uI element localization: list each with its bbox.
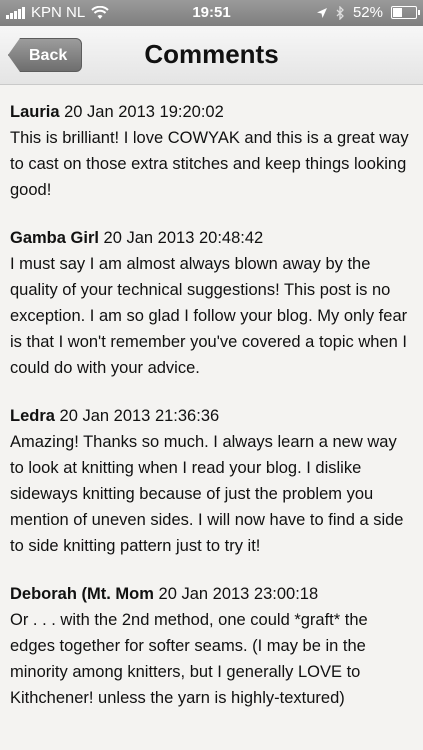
comment-author: Gamba Girl <box>10 229 99 247</box>
battery-icon <box>391 6 420 19</box>
page-title: Comments <box>144 39 279 69</box>
comment-date: 20 Jan 2013 23:00:18 <box>158 585 319 603</box>
comment-author: Deborah (Mt. Mom <box>10 585 154 603</box>
navigation-bar: Back Comments <box>0 26 423 85</box>
comment-item: Ledra 20 Jan 2013 21:36:36 Amazing! Than… <box>10 403 413 559</box>
comment-date: 20 Jan 2013 21:36:36 <box>59 407 220 425</box>
comment-author: Ledra <box>10 407 55 425</box>
comment-date: 20 Jan 2013 20:48:42 <box>103 229 264 247</box>
comment-text: Or . . . with the 2nd method, one could … <box>10 611 368 707</box>
battery-label: 52% <box>352 4 383 21</box>
bluetooth-icon <box>336 5 344 20</box>
comment-item: Lauria 20 Jan 2013 19:20:02 This is bril… <box>10 99 413 203</box>
comment-item: Gamba Girl 20 Jan 2013 20:48:42 I must s… <box>10 225 413 381</box>
status-bar: KPN NL 19:51 52% <box>0 0 423 26</box>
comment-item: Deborah (Mt. Mom 20 Jan 2013 23:00:18 Or… <box>10 581 413 711</box>
comment-author: Lauria <box>10 103 60 121</box>
status-indicators: 52% <box>316 4 420 21</box>
comment-list: Lauria 20 Jan 2013 19:20:02 This is bril… <box>0 85 423 711</box>
comment-text: Amazing! Thanks so much. I always learn … <box>10 433 404 555</box>
comment-text: I must say I am almost always blown away… <box>10 255 408 377</box>
comment-text: This is brilliant! I love COWYAK and thi… <box>10 129 409 199</box>
battery-fill <box>393 8 403 17</box>
comment-date: 20 Jan 2013 19:20:02 <box>64 103 224 121</box>
location-icon <box>316 7 327 18</box>
